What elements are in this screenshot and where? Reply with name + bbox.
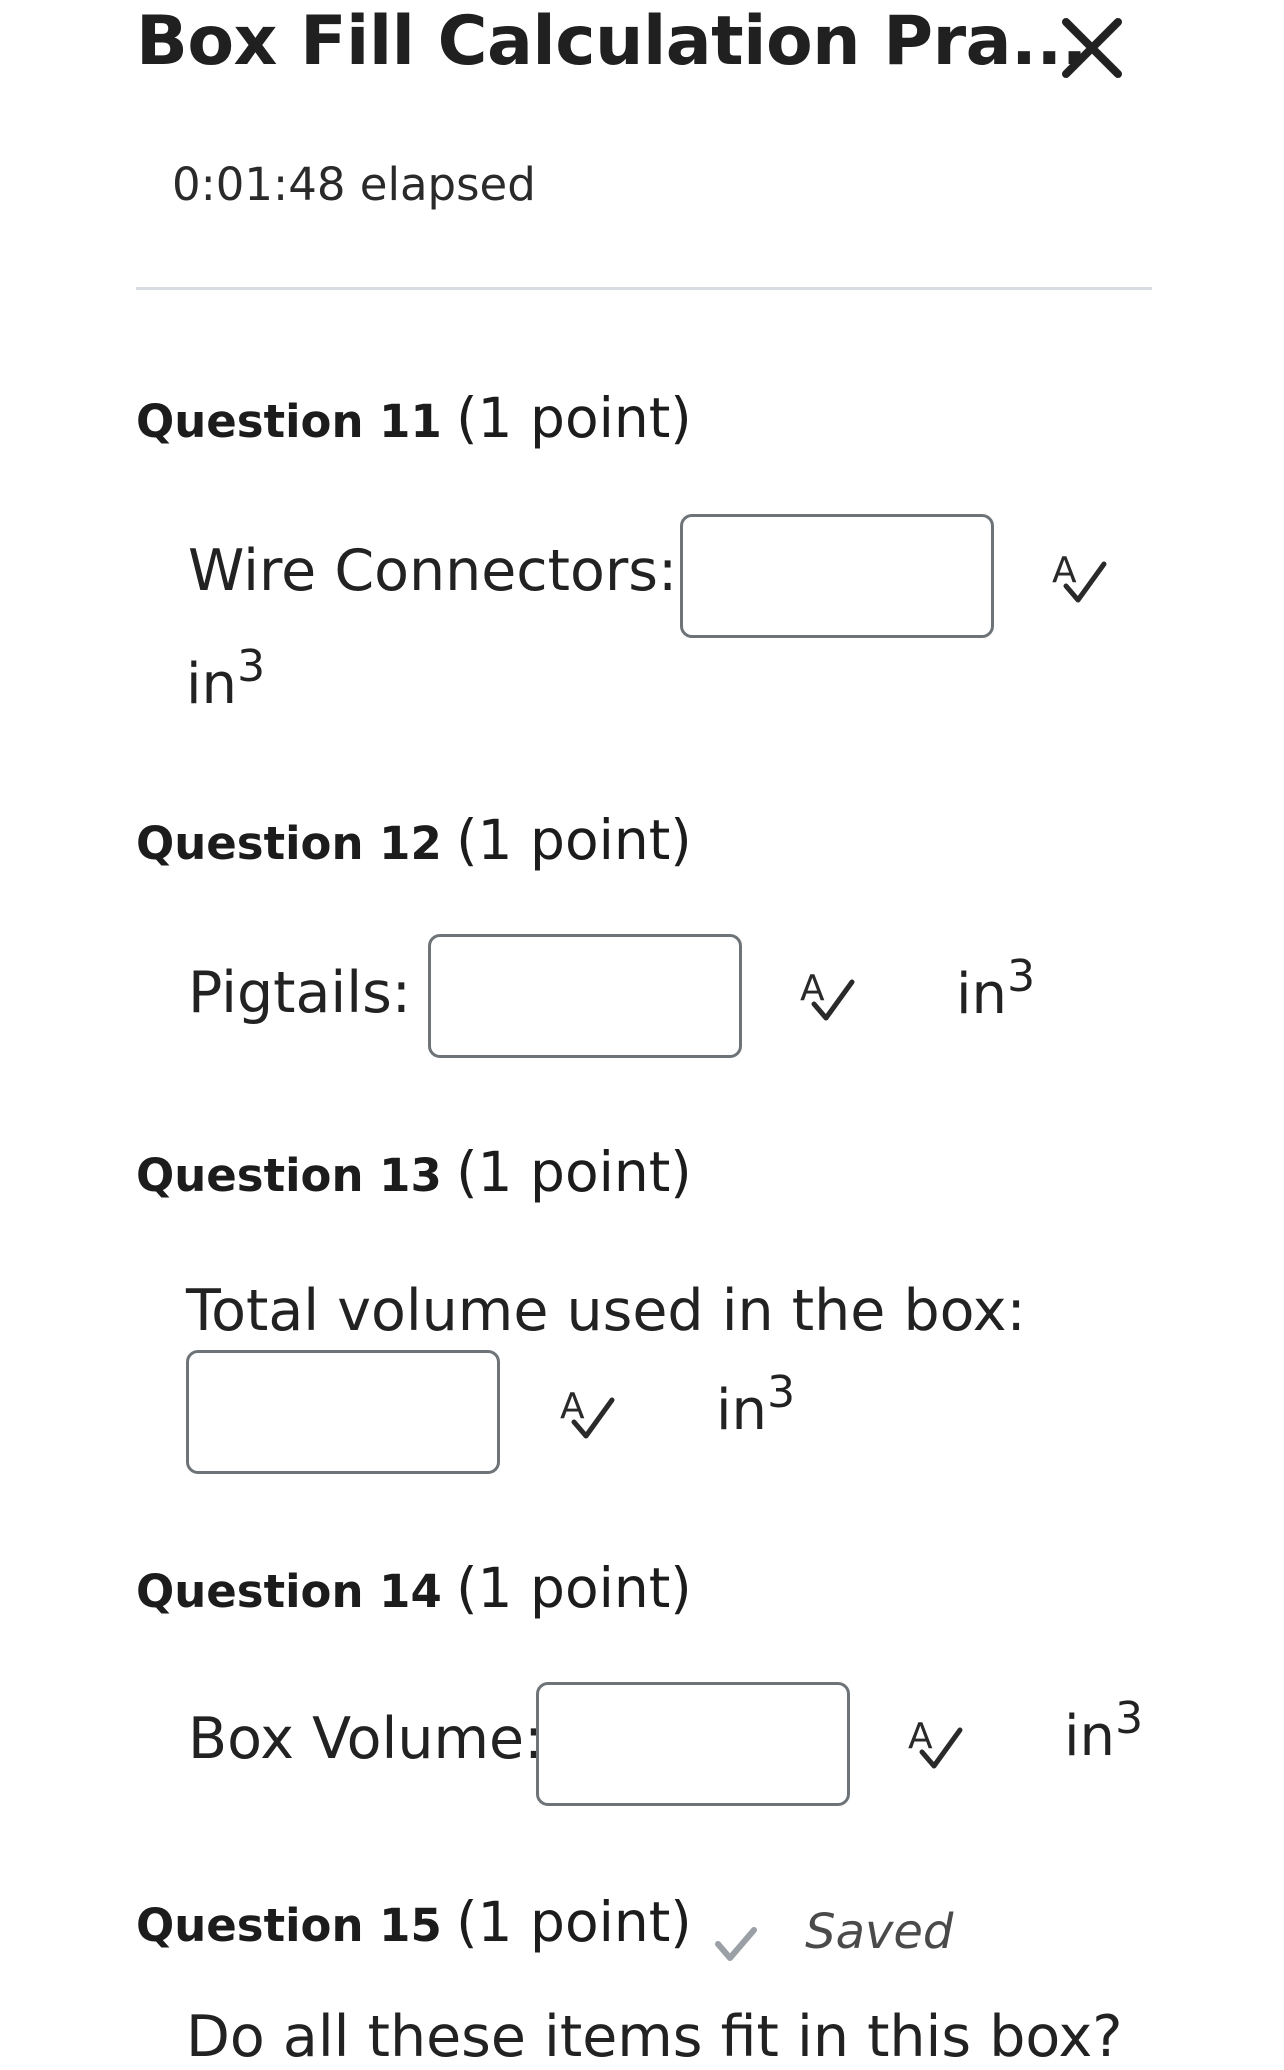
close-button[interactable] [1052, 8, 1132, 88]
unit-label: in3 [716, 1367, 796, 1444]
wire-connectors-input[interactable] [680, 514, 994, 638]
spellcheck-button[interactable]: A [906, 1714, 966, 1774]
question-number: Question 14 [136, 1565, 442, 1618]
saved-status: Saved [712, 1904, 953, 1966]
pigtails-label: Pigtails: [188, 960, 411, 1026]
question-points: (1 point) [456, 1556, 692, 1620]
spellcheck-icon: A [1052, 550, 1107, 603]
question-number: Question 12 [136, 817, 442, 870]
question-points: (1 point) [456, 808, 692, 872]
spellcheck-button[interactable]: A [798, 966, 858, 1026]
question-points: (1 point) [456, 386, 692, 450]
elapsed-timer: 0:01:48 elapsed [172, 158, 536, 211]
divider [136, 287, 1152, 290]
page-title: Box Fill Calculation Pra... [136, 2, 1088, 81]
box-volume-input[interactable] [536, 1682, 850, 1806]
close-icon [1062, 18, 1122, 78]
wire-connectors-label: Wire Connectors: [188, 538, 678, 604]
total-volume-input[interactable] [186, 1350, 500, 1474]
question-number: Question 15 [136, 1899, 442, 1952]
spellcheck-icon: A [560, 1386, 615, 1439]
question-13-header: Question 13 (1 point) [136, 1140, 692, 1204]
question-points: (1 point) [456, 1140, 692, 1204]
spellcheck-icon: A [908, 1716, 963, 1769]
unit-label: in3 [1064, 1693, 1144, 1770]
pigtails-input[interactable] [428, 934, 742, 1058]
question-points: (1 point) [456, 1890, 692, 1954]
unit-label: in3 [956, 951, 1036, 1028]
box-volume-label: Box Volume: [188, 1706, 544, 1772]
question-number: Question 11 [136, 395, 442, 448]
question-11-header: Question 11 (1 point) [136, 386, 692, 450]
unit-label: in3 [186, 641, 266, 718]
question-12-header: Question 12 (1 point) [136, 808, 692, 872]
question-15-prompt: Do all these items fit in this box? [186, 2004, 1123, 2070]
question-14-header: Question 14 (1 point) [136, 1556, 692, 1620]
question-15-header: Question 15 (1 point) [136, 1890, 692, 1954]
spellcheck-button[interactable]: A [558, 1384, 618, 1444]
question-number: Question 13 [136, 1149, 442, 1202]
checkmark-icon [715, 1926, 757, 1961]
spellcheck-icon: A [800, 968, 855, 1021]
spellcheck-button[interactable]: A [1050, 548, 1110, 608]
saved-label: Saved [805, 1904, 954, 1960]
total-volume-label: Total volume used in the box: [186, 1278, 1026, 1344]
